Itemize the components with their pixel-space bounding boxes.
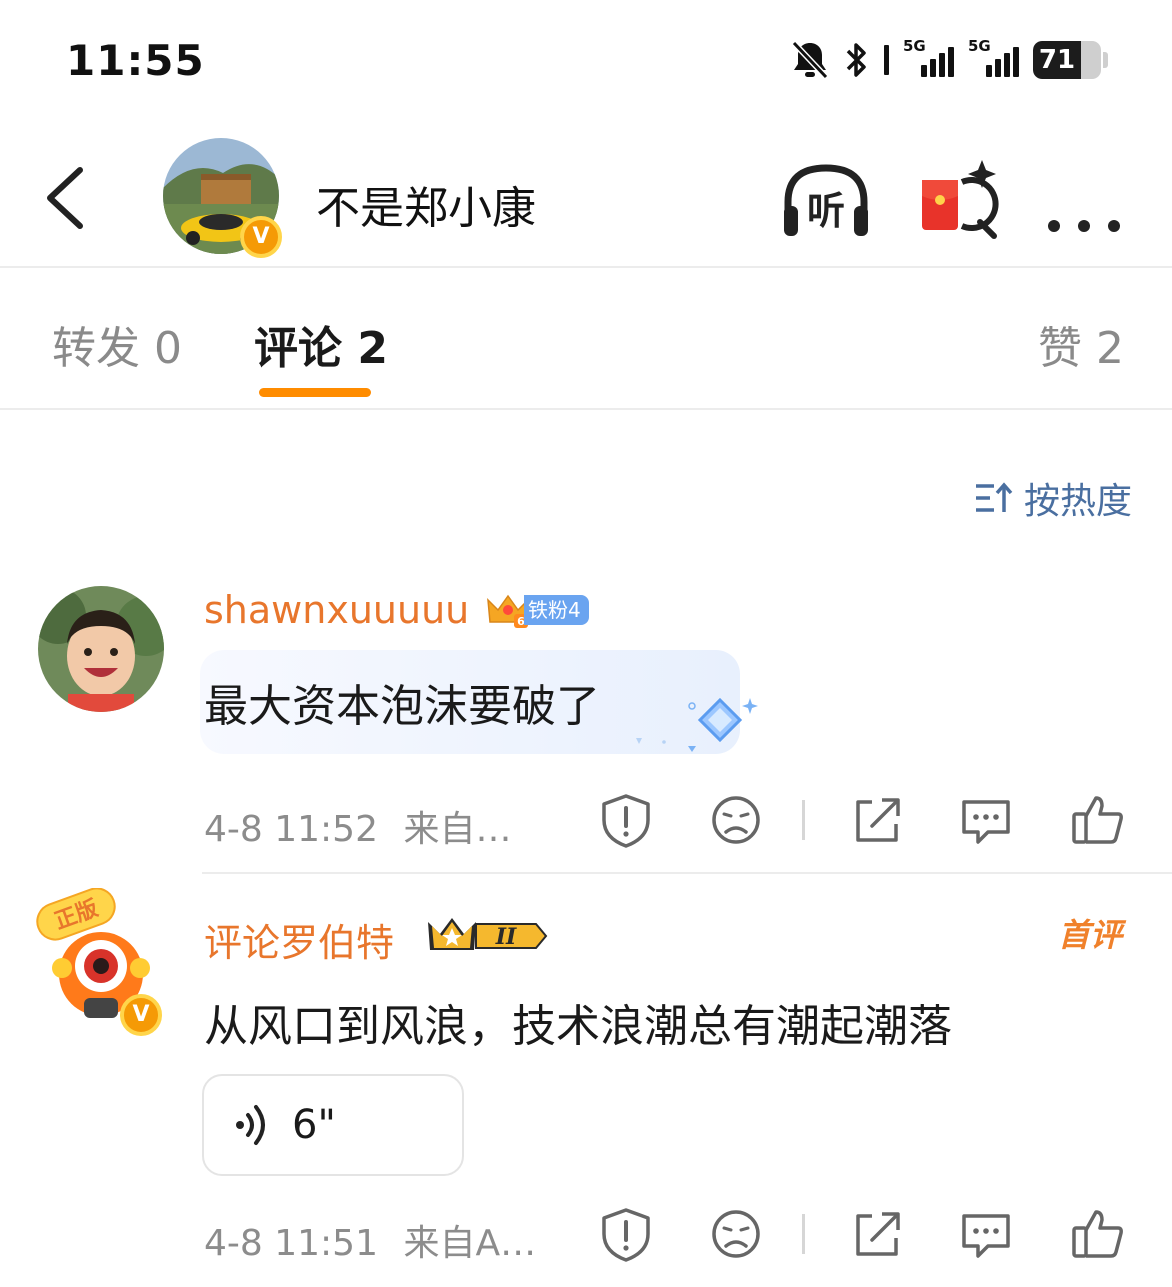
bluetooth-icon <box>846 43 866 77</box>
comment-text-2: 从风口到风浪，技术浪潮总有潮起潮落 <box>204 1001 952 1052</box>
voice-wave-icon <box>236 1105 265 1145</box>
like-icon[interactable] <box>1068 1204 1128 1264</box>
author-name[interactable]: 不是郑小康 <box>316 172 536 236</box>
verified-badge-icon-2: V <box>120 994 162 1036</box>
post-header: V 不是郑小康 听 <box>0 120 1172 266</box>
listen-icon[interactable]: 听 <box>776 150 876 250</box>
tab-like[interactable]: 赞 2 <box>1038 312 1124 376</box>
sort-label: 按热度 <box>1023 481 1132 522</box>
comment-source-2: 来自A… <box>403 1223 537 1264</box>
tab-repost[interactable]: 转发 0 <box>52 312 182 376</box>
dislike-face-icon[interactable] <box>706 1204 766 1264</box>
comment-meta-1: 4-8 11:52 来自… <box>204 800 511 852</box>
comment-time-1: 4-8 11:52 <box>204 809 378 850</box>
member-level-label: II <box>495 924 517 950</box>
fan-badge-1: 6 铁粉4 <box>486 592 589 628</box>
status-time: 11:55 <box>66 36 205 85</box>
status-bar: 11:55 5G 5G 71 <box>0 0 1172 120</box>
signal-1-icon: 5G <box>903 37 954 77</box>
report-icon[interactable] <box>596 1204 656 1264</box>
active-tab-indicator <box>259 388 371 397</box>
sort-button[interactable]: 按热度 <box>974 472 1132 524</box>
report-icon[interactable] <box>596 790 656 850</box>
action-separator <box>802 1214 805 1254</box>
share-icon[interactable] <box>846 1204 906 1264</box>
comment-avatar-1[interactable] <box>38 586 164 712</box>
vibrate-indicator <box>884 45 889 75</box>
tab-comment[interactable]: 评论 2 <box>254 312 388 376</box>
comment-username-2[interactable]: 评论罗伯特 <box>204 912 394 967</box>
red-packet-search-icon[interactable] <box>912 150 1012 250</box>
status-icons: 5G 5G 71 <box>790 37 1108 82</box>
tab-bar: 转发 0 评论 2 赞 2 <box>0 268 1172 408</box>
comment-text-1: 最大资本泡沫要破了 <box>204 681 600 732</box>
fan-badge-label: 铁粉4 <box>524 595 589 625</box>
signal-2-icon: 5G <box>968 37 1019 77</box>
member-crown-badge-icon: II <box>428 918 548 950</box>
sort-icon <box>975 482 1013 512</box>
reply-icon[interactable] <box>956 1204 1016 1264</box>
share-icon[interactable] <box>846 790 906 850</box>
comment-actions-1 <box>596 790 1136 850</box>
action-separator <box>802 800 805 840</box>
comment-divider <box>202 872 1172 874</box>
verified-badge-icon: V <box>240 216 282 258</box>
like-icon[interactable] <box>1068 790 1128 850</box>
battery-cap <box>1103 52 1108 68</box>
more-icon[interactable] <box>1036 150 1132 250</box>
voice-message-button[interactable]: 6" <box>202 1074 464 1176</box>
commenter-avatar-image <box>38 586 164 712</box>
tabs-divider <box>0 408 1172 410</box>
dislike-face-icon[interactable] <box>706 790 766 850</box>
comment-time-2: 4-8 11:51 <box>204 1223 378 1264</box>
first-comment-badge: 首评 <box>1057 916 1122 954</box>
listen-label: 听 <box>807 189 845 233</box>
voice-duration: 6" <box>292 1102 336 1148</box>
back-icon[interactable] <box>40 160 96 230</box>
diamond-sparkle-icon <box>636 697 758 752</box>
comment-source-1: 来自… <box>403 809 512 850</box>
battery-icon: 71 <box>1033 41 1101 79</box>
comment-username-1[interactable]: shawnxuuuuu <box>204 588 469 632</box>
comment-meta-2: 4-8 11:51 来自A… <box>204 1214 536 1266</box>
avatar-badge-icon: 正版 <box>36 888 116 941</box>
mute-bell-icon <box>791 40 829 80</box>
reply-icon[interactable] <box>956 790 1016 850</box>
comment-actions-2 <box>596 1204 1136 1264</box>
